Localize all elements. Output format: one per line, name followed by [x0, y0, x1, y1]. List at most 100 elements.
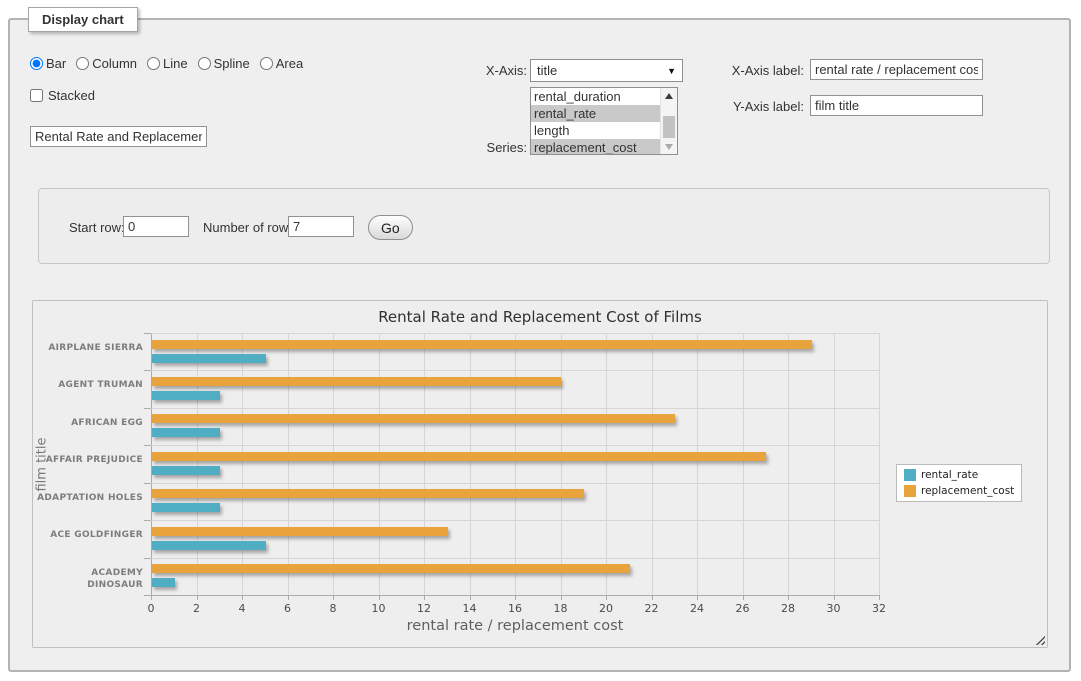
- x-tick-label: 6: [273, 602, 303, 615]
- stacked-row[interactable]: Stacked: [30, 88, 95, 103]
- gridline-v: [333, 333, 334, 595]
- chart-type-label-bar: Bar: [46, 56, 66, 71]
- gridline-v: [470, 333, 471, 595]
- x-tick: [470, 595, 471, 600]
- y-tick: [144, 595, 151, 596]
- category-label: ACADEMY DINOSAUR: [33, 567, 143, 591]
- num-rows-label: Number of rows:: [203, 220, 298, 235]
- chart-type-label-area: Area: [276, 56, 303, 71]
- chart-type-option-area[interactable]: Area: [260, 56, 303, 71]
- x-tick: [697, 595, 698, 600]
- x-axis-label-caption: X-Axis label:: [710, 63, 804, 78]
- x-axis-label-input[interactable]: [810, 59, 983, 80]
- x-tick-label: 26: [728, 602, 758, 615]
- x-tick: [424, 595, 425, 600]
- x-tick-label: 32: [864, 602, 894, 615]
- category-label: AIRPLANE SIERRA: [33, 342, 143, 354]
- category-label: ADAPTATION HOLES: [33, 492, 143, 504]
- bar-rental_rate: [152, 391, 220, 400]
- scrollbar-thumb[interactable]: [663, 116, 675, 138]
- legend-item-rental_rate: rental_rate: [904, 469, 1014, 481]
- gridline-v: [242, 333, 243, 595]
- chart-type-radio-area[interactable]: [260, 57, 273, 70]
- gridline-h: [151, 333, 879, 334]
- y-tick: [144, 558, 151, 559]
- bar-replacement_cost: [152, 489, 584, 498]
- y-tick: [144, 333, 151, 334]
- stacked-label: Stacked: [48, 88, 95, 103]
- x-tick: [788, 595, 789, 600]
- legend-item-replacement_cost: replacement_cost: [904, 485, 1014, 497]
- scroll-down-button[interactable]: [661, 139, 677, 154]
- x-tick-label: 2: [182, 602, 212, 615]
- bar-rental_rate: [152, 541, 266, 550]
- x-axis-select[interactable]: title ▼: [530, 59, 683, 82]
- x-tick: [515, 595, 516, 600]
- x-tick: [197, 595, 198, 600]
- chart-type-option-bar[interactable]: Bar: [30, 56, 66, 71]
- start-row-label: Start row:: [69, 220, 125, 235]
- num-rows-input[interactable]: [288, 216, 354, 237]
- chart-type-radio-column[interactable]: [76, 57, 89, 70]
- chart-type-radio-line[interactable]: [147, 57, 160, 70]
- scroll-up-icon: [665, 93, 673, 99]
- bar-rental_rate: [152, 578, 175, 587]
- rows-panel: Start row: Number of rows: Go: [38, 188, 1050, 264]
- chart-type-label-line: Line: [163, 56, 188, 71]
- chart-type-radio-bar[interactable]: [30, 57, 43, 70]
- series-scrollbar[interactable]: [660, 88, 677, 154]
- chart-type-group: Bar Column Line Spline Area: [30, 56, 309, 71]
- stacked-checkbox[interactable]: [30, 89, 43, 102]
- bar-replacement_cost: [152, 414, 675, 423]
- gridline-h: [151, 483, 879, 484]
- gridline-h: [151, 558, 879, 559]
- gridline-v: [288, 333, 289, 595]
- x-tick-label: 4: [227, 602, 257, 615]
- chart-type-label-column: Column: [92, 56, 137, 71]
- x-tick-label: 14: [455, 602, 485, 615]
- gridline-v: [606, 333, 607, 595]
- series-option-replacement_cost[interactable]: replacement_cost: [531, 139, 660, 154]
- y-axis-label-input[interactable]: [810, 95, 983, 116]
- x-tick-label: 8: [318, 602, 348, 615]
- series-listbox[interactable]: rental_durationrental_ratelengthreplacem…: [530, 87, 678, 155]
- scroll-up-button[interactable]: [661, 88, 677, 103]
- series-option-length[interactable]: length: [531, 122, 660, 139]
- x-tick: [333, 595, 334, 600]
- go-button[interactable]: Go: [368, 215, 413, 240]
- bar-replacement_cost: [152, 452, 766, 461]
- series-listbox-label: Series:: [451, 140, 527, 155]
- x-tick-label: 0: [136, 602, 166, 615]
- y-axis-label-caption: Y-Axis label:: [710, 99, 804, 114]
- chart-type-radio-spline[interactable]: [198, 57, 211, 70]
- x-tick: [288, 595, 289, 600]
- x-axis-select-label: X-Axis:: [451, 63, 527, 78]
- chart-legend: rental_rate replacement_cost: [896, 464, 1022, 502]
- start-row-input[interactable]: [123, 216, 189, 237]
- gridline-v: [379, 333, 380, 595]
- x-tick: [879, 595, 880, 600]
- dropdown-arrow-icon: ▼: [667, 66, 676, 76]
- chart-container: Rental Rate and Replacement Cost of Film…: [32, 300, 1048, 648]
- gridline-v: [561, 333, 562, 595]
- chart-type-option-spline[interactable]: Spline: [198, 56, 250, 71]
- legend-label-replacement_cost: replacement_cost: [921, 485, 1014, 497]
- x-tick: [379, 595, 380, 600]
- gridline-v: [879, 333, 880, 595]
- series-option-rental_duration[interactable]: rental_duration: [531, 88, 660, 105]
- x-tick-label: 12: [409, 602, 439, 615]
- series-option-rental_rate[interactable]: rental_rate: [531, 105, 660, 122]
- legend-swatch-replacement_cost: [904, 485, 916, 497]
- bar-rental_rate: [152, 428, 220, 437]
- chart-title-input[interactable]: [30, 126, 207, 147]
- y-tick: [144, 370, 151, 371]
- x-tick-label: 24: [682, 602, 712, 615]
- bar-replacement_cost: [152, 527, 448, 536]
- category-label: AFRICAN EGG: [33, 417, 143, 429]
- legend-label-rental_rate: rental_rate: [921, 469, 978, 481]
- resize-grip[interactable]: [1034, 634, 1045, 645]
- chart-type-option-column[interactable]: Column: [76, 56, 137, 71]
- gridline-h: [151, 370, 879, 371]
- chart-type-option-line[interactable]: Line: [147, 56, 188, 71]
- category-label: ACE GOLDFINGER: [33, 529, 143, 541]
